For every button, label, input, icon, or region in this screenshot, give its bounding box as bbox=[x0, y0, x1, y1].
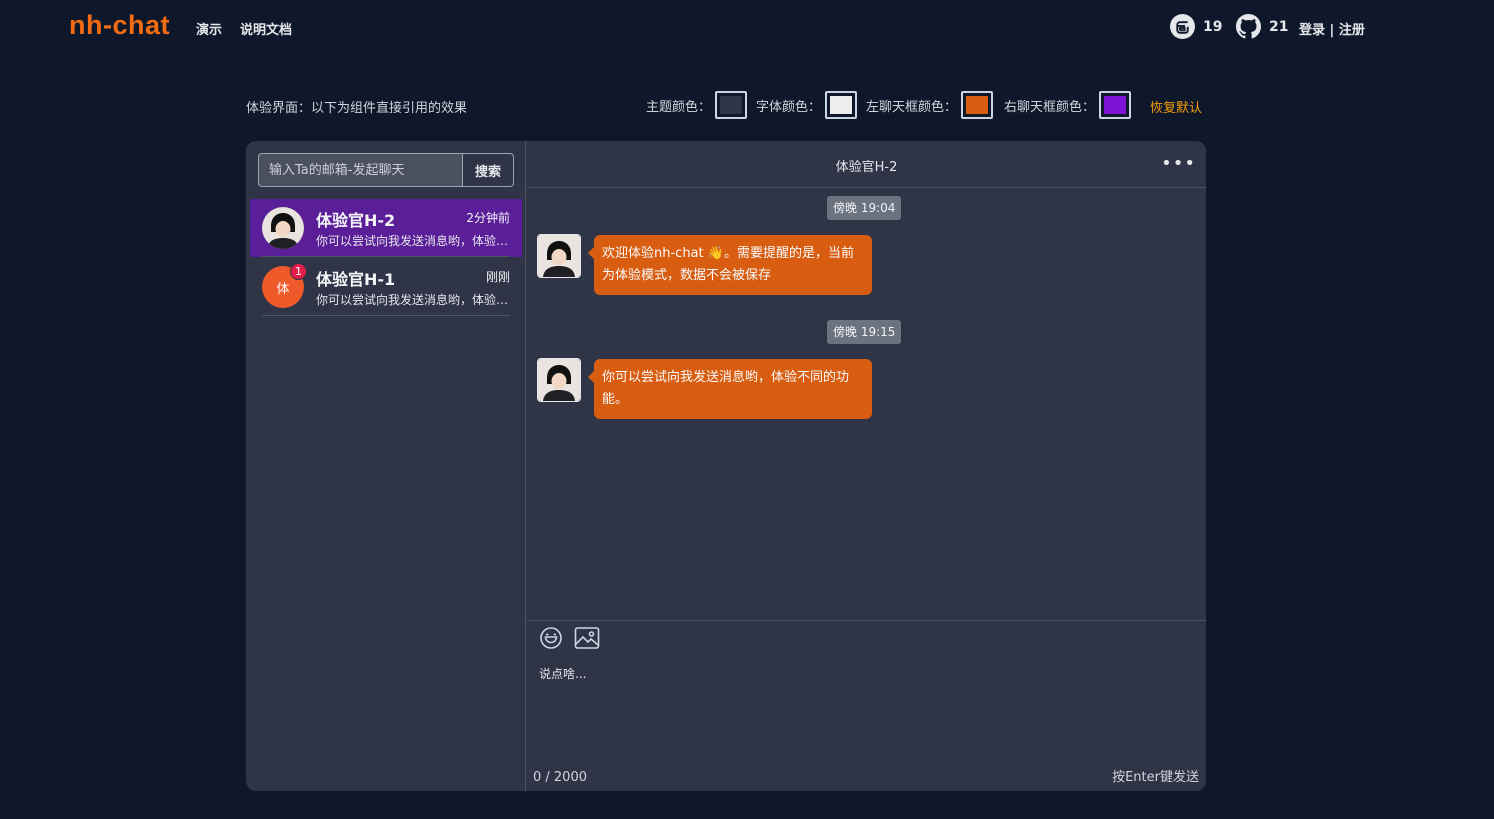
left-bubble-color-setting: 左聊天框颜色： bbox=[866, 91, 994, 119]
more-options-icon[interactable]: ••• bbox=[1161, 155, 1196, 173]
theme-color-picker[interactable] bbox=[715, 91, 748, 119]
message-composer: 说点啥... 0 / 2000 按Enter键发送 bbox=[527, 620, 1206, 791]
font-color-label: 字体颜色： bbox=[756, 99, 822, 115]
message-timestamp: 傍晚 19:04 bbox=[827, 196, 902, 220]
right-bubble-color-picker[interactable] bbox=[1099, 91, 1132, 119]
char-counter: 0 / 2000 bbox=[533, 770, 587, 785]
message-bubble: 欢迎体验nh-chat 👋。需要提醒的是，当前为体验模式，数据不会被保存 bbox=[588, 235, 872, 295]
login-link[interactable]: 登录 bbox=[1299, 23, 1325, 38]
emoji-icon[interactable] bbox=[539, 626, 563, 654]
unread-badge: 1 bbox=[290, 263, 307, 280]
search-bar: 搜索 bbox=[258, 153, 514, 187]
divider bbox=[262, 256, 510, 257]
message-input[interactable]: 说点啥... bbox=[539, 665, 586, 682]
github-stars[interactable]: 21 bbox=[1236, 14, 1288, 39]
send-hint: 按Enter键发送 bbox=[1112, 770, 1199, 785]
email-search-input[interactable] bbox=[258, 153, 462, 187]
conversation-name: 体验官H-2 bbox=[316, 211, 396, 230]
gitee-count: 19 bbox=[1203, 18, 1223, 35]
message-timestamp: 傍晚 19:15 bbox=[827, 320, 902, 344]
avatar-text: 体 bbox=[276, 281, 290, 297]
conversation-item[interactable]: 体验官H-2 2分钟前 你可以尝试向我发送消息哟，体验不同的功能。 bbox=[250, 199, 522, 257]
conversation-time: 刚刚 bbox=[485, 270, 510, 284]
nav-docs[interactable]: 说明文档 bbox=[240, 19, 292, 38]
gitee-icon bbox=[1170, 14, 1195, 39]
auth-links: 登录 | 注册 bbox=[1299, 19, 1365, 38]
left-bubble-color-picker[interactable] bbox=[961, 91, 994, 119]
theme-config: 体验界面：以下为组件直接引用的效果 主题颜色： 字体颜色： 左聊天框颜色： 右聊… bbox=[246, 90, 1206, 120]
conversation-item[interactable]: 体 1 体验官H-1 刚刚 你可以尝试向我发送消息哟，体验不同的功能。 bbox=[250, 258, 522, 316]
right-bubble-color-setting: 右聊天框颜色： bbox=[1004, 91, 1132, 119]
logo[interactable]: nh-chat bbox=[69, 10, 170, 41]
conversation-sidebar: 搜索 体验官H-2 2分钟前 你可以尝试向我发送消息哟，体验不同的功能。 体 1… bbox=[246, 141, 526, 791]
avatar bbox=[262, 207, 304, 249]
github-icon bbox=[1236, 14, 1261, 39]
theme-color-label: 主题颜色： bbox=[646, 99, 712, 115]
font-color-setting: 字体颜色： bbox=[756, 91, 858, 119]
chat-header: 体验官H-2 ••• bbox=[527, 141, 1206, 188]
message-bubble: 你可以尝试向我发送消息哟，体验不同的功能。 bbox=[588, 359, 872, 419]
conversation-name: 体验官H-1 bbox=[316, 270, 396, 289]
image-icon[interactable] bbox=[574, 626, 600, 654]
message-avatar bbox=[537, 358, 581, 402]
top-bar: nh-chat 演示 说明文档 19 21 登录 | 注册 bbox=[0, 0, 1494, 54]
github-count: 21 bbox=[1269, 18, 1289, 35]
left-bubble-color-label: 左聊天框颜色： bbox=[866, 99, 958, 115]
auth-separator: | bbox=[1325, 23, 1339, 38]
font-color-picker[interactable] bbox=[825, 91, 858, 119]
conversation-time: 2分钟前 bbox=[466, 211, 510, 225]
search-button[interactable]: 搜索 bbox=[462, 153, 514, 187]
conversation-preview: 你可以尝试向我发送消息哟，体验不同的功能。 bbox=[316, 293, 512, 307]
register-link[interactable]: 注册 bbox=[1339, 23, 1365, 38]
conversation-preview: 你可以尝试向我发送消息哟，体验不同的功能。 bbox=[316, 234, 512, 248]
chat-widget: 搜索 体验官H-2 2分钟前 你可以尝试向我发送消息哟，体验不同的功能。 体 1… bbox=[246, 141, 1206, 791]
message-avatar bbox=[537, 234, 581, 278]
nav-demo[interactable]: 演示 bbox=[196, 19, 222, 38]
config-note: 体验界面：以下为组件直接引用的效果 bbox=[246, 101, 468, 116]
divider bbox=[262, 315, 510, 316]
gitee-stars[interactable]: 19 bbox=[1170, 14, 1222, 39]
right-bubble-color-label: 右聊天框颜色： bbox=[1004, 99, 1096, 115]
chat-panel: 体验官H-2 ••• 傍晚 19:04 欢迎体验nh-chat 👋。需要提醒的是… bbox=[527, 141, 1206, 791]
chat-title: 体验官H-2 bbox=[835, 160, 898, 175]
reset-default-button[interactable]: 恢复默认 bbox=[1150, 97, 1202, 116]
theme-color-setting: 主题颜色： bbox=[646, 91, 748, 119]
